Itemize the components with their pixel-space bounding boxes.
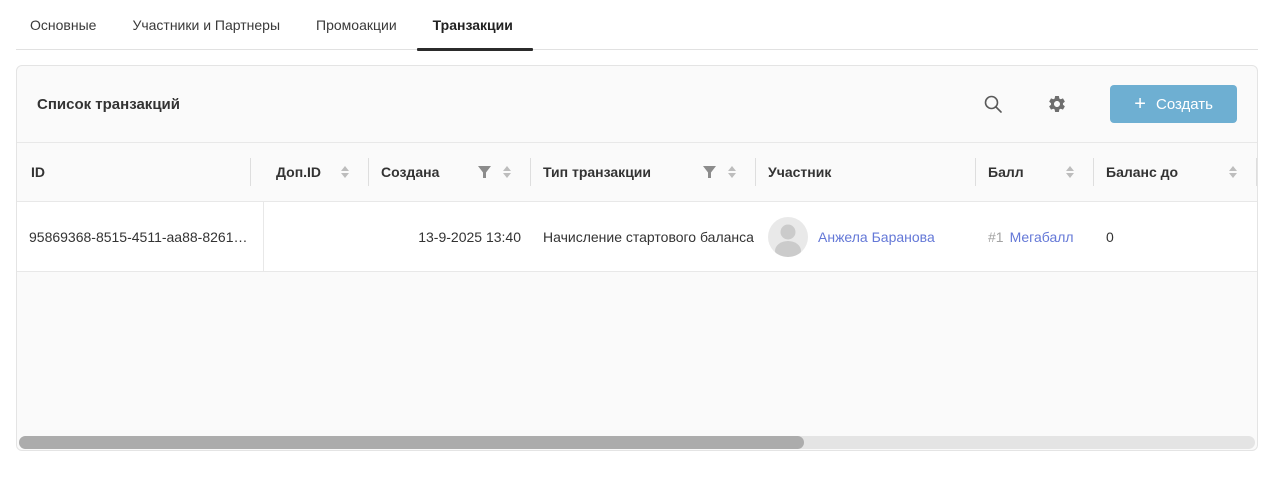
cell-member: Анжела Баранова [756, 202, 976, 271]
transactions-panel: Список транзакций + Создать ID [16, 65, 1258, 451]
sort-icon[interactable] [728, 166, 736, 178]
column-label: Тип транзакции [543, 164, 651, 180]
sort-icon[interactable] [1229, 166, 1237, 178]
filter-icon[interactable] [478, 166, 491, 178]
tab-main[interactable]: Основные [30, 0, 96, 49]
create-button-label: Создать [1156, 96, 1213, 113]
scrollbar-thumb[interactable] [19, 436, 804, 449]
horizontal-scrollbar[interactable] [19, 436, 1255, 449]
tab-transactions[interactable]: Транзакции [433, 0, 513, 49]
filter-icon[interactable] [703, 166, 716, 178]
score-number: #1 [988, 229, 1004, 245]
score-link[interactable]: Мегабалл [1010, 229, 1074, 245]
column-header-score[interactable]: Балл [976, 143, 1094, 201]
column-label: Доп.ID [276, 164, 321, 180]
gear-icon[interactable] [1046, 93, 1068, 115]
column-header-ext-id[interactable]: Доп.ID [264, 143, 369, 201]
tab-bar: Основные Участники и Партнеры Промоакции… [16, 0, 1258, 50]
cell-type: Начисление стартового баланса [531, 202, 756, 271]
cell-ext-id [264, 202, 369, 271]
member-link[interactable]: Анжела Баранова [818, 229, 935, 245]
create-button[interactable]: + Создать [1110, 85, 1237, 123]
column-label: ID [31, 164, 45, 180]
column-header-id: ID [17, 143, 264, 201]
search-icon[interactable] [982, 93, 1004, 115]
plus-icon: + [1134, 94, 1146, 114]
cell-balance-before: 0 [1094, 202, 1257, 271]
table-row[interactable]: 95869368-8515-4511-aa88-8261… 13-9-2025 … [17, 202, 1257, 272]
column-label: Участник [768, 164, 831, 180]
panel-title: Список транзакций [37, 96, 180, 113]
column-header-created[interactable]: Создана [369, 143, 531, 201]
cell-created: 13-9-2025 13:40 [369, 202, 531, 271]
column-label: Создана [381, 164, 439, 180]
sort-icon[interactable] [503, 166, 511, 178]
table-header-row: ID Доп.ID Создана Тип транзакции [17, 142, 1257, 202]
tab-promotions[interactable]: Промоакции [316, 0, 397, 49]
column-label: Баланс до [1106, 164, 1178, 180]
sort-icon[interactable] [1066, 166, 1074, 178]
avatar [768, 217, 808, 257]
sort-icon[interactable] [341, 166, 349, 178]
panel-actions: + Создать [982, 85, 1237, 123]
column-header-type[interactable]: Тип транзакции [531, 143, 756, 201]
column-header-balance-before[interactable]: Баланс до [1094, 143, 1257, 201]
tab-members-partners[interactable]: Участники и Партнеры [132, 0, 280, 49]
column-label: Балл [988, 164, 1024, 180]
panel-header: Список транзакций + Создать [17, 66, 1257, 142]
column-header-member: Участник [756, 143, 976, 201]
cell-score: #1 Мегабалл [976, 202, 1094, 271]
cell-id: 95869368-8515-4511-aa88-8261… [17, 202, 264, 271]
